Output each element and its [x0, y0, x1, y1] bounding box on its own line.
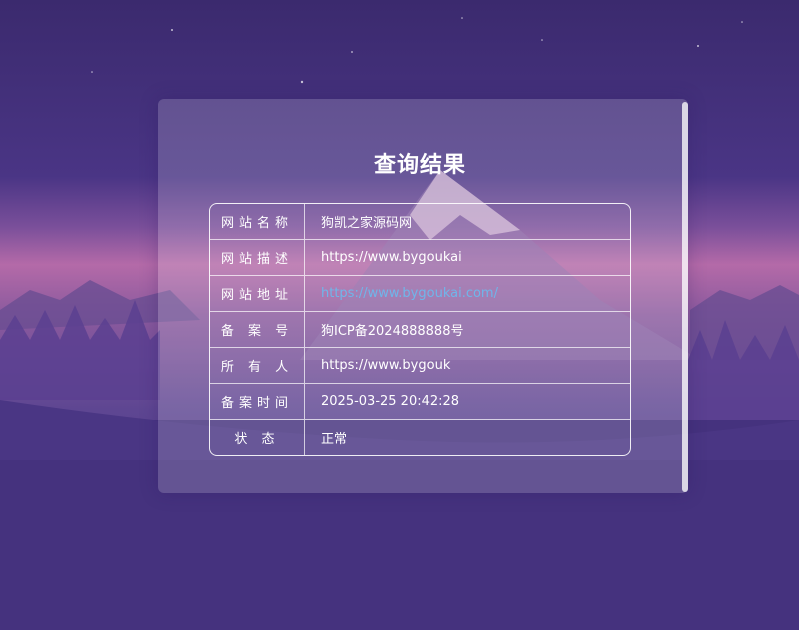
table-row: 备案时间 2025-03-25 20:42:28 — [210, 384, 630, 420]
table-row: 所 有 人 https://www.bygouk — [210, 348, 630, 384]
row-value-site-name: 狗凯之家源码网 — [305, 204, 630, 240]
row-value-site-description: https://www.bygoukai — [305, 240, 630, 276]
row-label-record-time: 备案时间 — [210, 384, 305, 420]
table-row: 状 态 正常 — [210, 420, 630, 455]
scrollbar-thumb[interactable] — [682, 102, 688, 492]
row-label-site-description: 网站描述 — [210, 240, 305, 276]
result-title: 查询结果 — [373, 153, 466, 178]
site-url-link[interactable]: https://www.bygoukai.com/ — [305, 276, 630, 312]
row-label-owner: 所 有 人 — [210, 348, 305, 384]
card-scrollbar[interactable] — [682, 102, 688, 492]
table-row: 网站名称 狗凯之家源码网 — [210, 204, 630, 240]
row-value-status: 正常 — [321, 432, 348, 447]
row-label-status: 状 态 — [210, 420, 305, 455]
row-label-icp-number: 备 案 号 — [210, 312, 305, 348]
table-row: 备 案 号 狗ICP备2024888888号 — [210, 312, 630, 348]
query-result-card: 查询结果 网站名称 狗凯之家源码网 网站描述 https://www.bygou… — [158, 99, 688, 493]
crescent-moon-icon — [579, 64, 607, 93]
row-value-icp-number: 狗ICP备2024888888号 — [305, 312, 630, 348]
row-label-site-name: 网站名称 — [210, 204, 305, 240]
row-value-owner: https://www.bygouk — [305, 348, 630, 384]
table-row: 网站描述 https://www.bygoukai — [210, 240, 630, 276]
table-row: 网站地址 https://www.bygoukai.com/ — [210, 276, 630, 312]
info-table: 网站名称 狗凯之家源码网 网站描述 https://www.bygoukai 网… — [209, 203, 631, 456]
row-label-site-url: 网站地址 — [210, 276, 305, 312]
row-value-record-time: 2025-03-25 20:42:28 — [305, 384, 630, 420]
